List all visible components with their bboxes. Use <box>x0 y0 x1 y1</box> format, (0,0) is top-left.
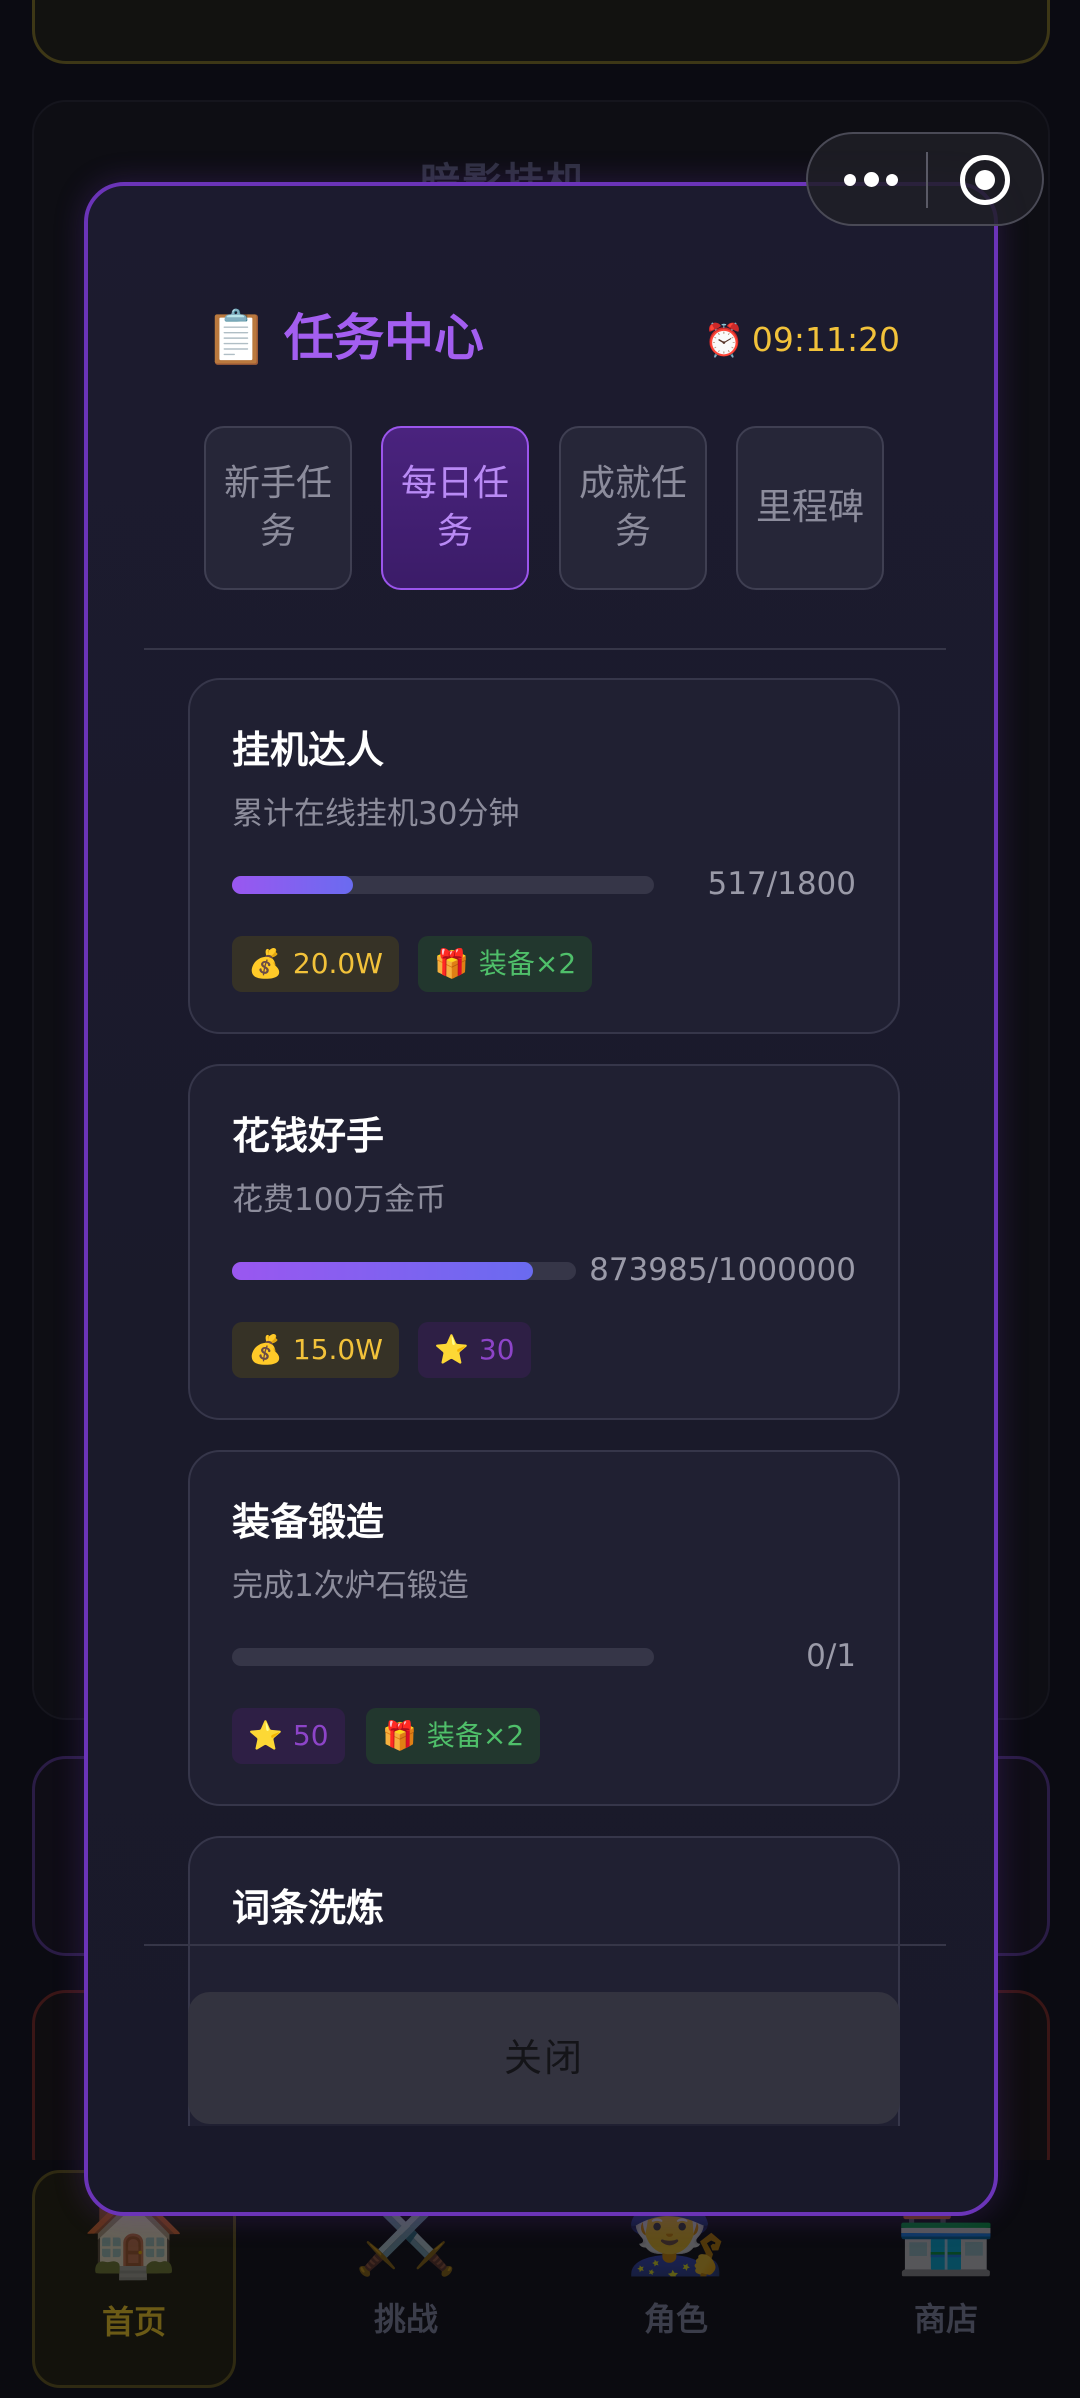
task-tabs: 新手任务 每日任务 成就任务 里程碑 <box>204 426 884 592</box>
nav-label-challenge: 挑战 <box>373 2300 438 2338</box>
nav-label-shop: 商店 <box>913 2300 978 2338</box>
background-top-card <box>32 0 1050 64</box>
close-button[interactable]: 关闭 <box>188 1992 900 2124</box>
clipboard-icon: 📋 <box>204 308 269 368</box>
task-title: 词条洗炼 <box>232 1886 385 1930</box>
star-icon: ⭐ <box>434 1333 469 1366</box>
task-progress-bar <box>232 1262 576 1280</box>
gift-icon: 🎁 <box>382 1719 417 1752</box>
close-miniprogram-icon[interactable] <box>960 155 1010 205</box>
tab-milestone[interactable]: 里程碑 <box>736 426 884 590</box>
tab-achievement[interactable]: 成就任务 <box>559 426 707 590</box>
capsule-separator <box>926 152 928 208</box>
task-progress-text: 517/1800 <box>707 866 856 902</box>
countdown-timer: ⏰ 09:11:20 <box>704 316 900 364</box>
nav-label-home: 首页 <box>101 2303 166 2341</box>
reward-text: 15.0W <box>292 1333 383 1366</box>
task-title: 装备锻造 <box>232 1500 385 1544</box>
task-description: 累计在线挂机30分钟 <box>232 796 520 832</box>
task-title: 花钱好手 <box>232 1114 385 1158</box>
reward-equipment: 🎁 装备×2 <box>366 1708 541 1764</box>
alarm-clock-icon: ⏰ <box>704 321 744 359</box>
tab-beginner[interactable]: 新手任务 <box>204 426 352 590</box>
task-list[interactable]: 挂机达人 累计在线挂机30分钟 517/1800 💰 20.0W 🎁 装备×2 花钱… <box>88 648 994 2126</box>
nav-label-character: 角色 <box>643 2300 708 2338</box>
task-description: 花费100万金币 <box>232 1182 447 1218</box>
reward-text: 30 <box>478 1333 515 1366</box>
reward-gold: 💰 20.0W <box>232 936 399 992</box>
task-progress-text: 873985/1000000 <box>589 1252 856 1288</box>
money-bag-icon: 💰 <box>248 1333 283 1366</box>
reward-text: 50 <box>292 1719 329 1752</box>
reward-text: 装备×2 <box>478 947 577 980</box>
reward-gold: 💰 15.0W <box>232 1322 399 1378</box>
reward-star: ⭐ 30 <box>418 1322 531 1378</box>
reward-star: ⭐ 50 <box>232 1708 345 1764</box>
reward-text: 20.0W <box>292 947 383 980</box>
task-card: 花钱好手 花费100万金币 873985/1000000 💰 15.0W ⭐ 30 <box>188 1064 900 1420</box>
task-progress-bar <box>232 876 654 894</box>
more-dots-icon[interactable] <box>838 154 908 206</box>
task-card: 挂机达人 累计在线挂机30分钟 517/1800 💰 20.0W 🎁 装备×2 <box>188 678 900 1034</box>
tab-daily[interactable]: 每日任务 <box>381 426 529 590</box>
task-description: 完成1次炉石锻造 <box>232 1568 469 1604</box>
star-icon: ⭐ <box>248 1719 283 1752</box>
gift-icon: 🎁 <box>434 947 469 980</box>
modal-title: 任务中心 <box>284 309 484 367</box>
footer-divider <box>144 1944 946 1946</box>
task-title: 挂机达人 <box>232 728 385 772</box>
money-bag-icon: 💰 <box>248 947 283 980</box>
reward-equipment: 🎁 装备×2 <box>418 936 593 992</box>
task-card: 装备锻造 完成1次炉石锻造 0/1 ⭐ 50 🎁 装备×2 <box>188 1450 900 1806</box>
reward-text: 装备×2 <box>426 1719 525 1752</box>
task-center-modal: 📋 任务中心 ⏰ 09:11:20 新手任务 每日任务 成就任务 里程碑 挂机达人… <box>84 182 998 2216</box>
task-progress-text: 0/1 <box>806 1638 856 1674</box>
timer-value: 09:11:20 <box>751 320 901 359</box>
task-progress-bar <box>232 1648 654 1666</box>
task-progress-fill <box>232 1262 533 1280</box>
task-progress-fill <box>232 876 354 894</box>
capsule-menu <box>806 132 1044 226</box>
